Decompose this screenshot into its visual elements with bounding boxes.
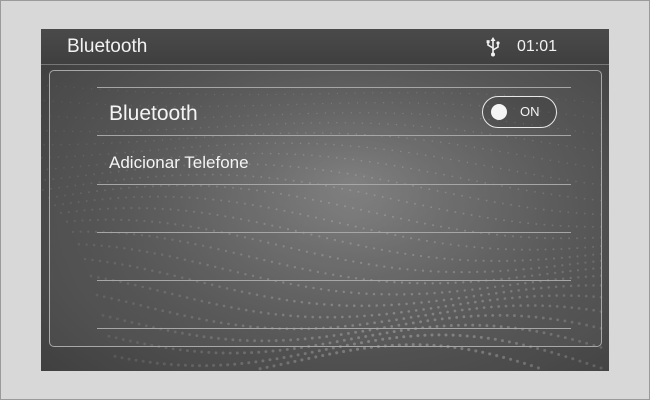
usb-icon [486,37,500,57]
header-bar: Bluetooth 01:01 [41,29,609,65]
bluetooth-label: Bluetooth [109,102,198,125]
page-title: Bluetooth [67,36,148,57]
list-item-empty[interactable] [97,233,571,281]
settings-panel: Bluetooth ON Adicionar Telefone [49,70,602,347]
list-item-empty[interactable] [97,281,571,329]
list-item-empty[interactable] [97,185,571,233]
divider [97,328,571,329]
clock: 01:01 [517,38,558,55]
bluetooth-toggle[interactable]: ON [482,96,557,128]
add-phone-label: Adicionar Telefone [109,153,249,172]
device-frame: Bluetooth 01:01 Bluetooth ON Adicionar T… [0,0,650,400]
toggle-state-label: ON [520,104,540,119]
toggle-knob [491,104,507,120]
screen: Bluetooth 01:01 Bluetooth ON Adicionar T… [41,29,609,371]
